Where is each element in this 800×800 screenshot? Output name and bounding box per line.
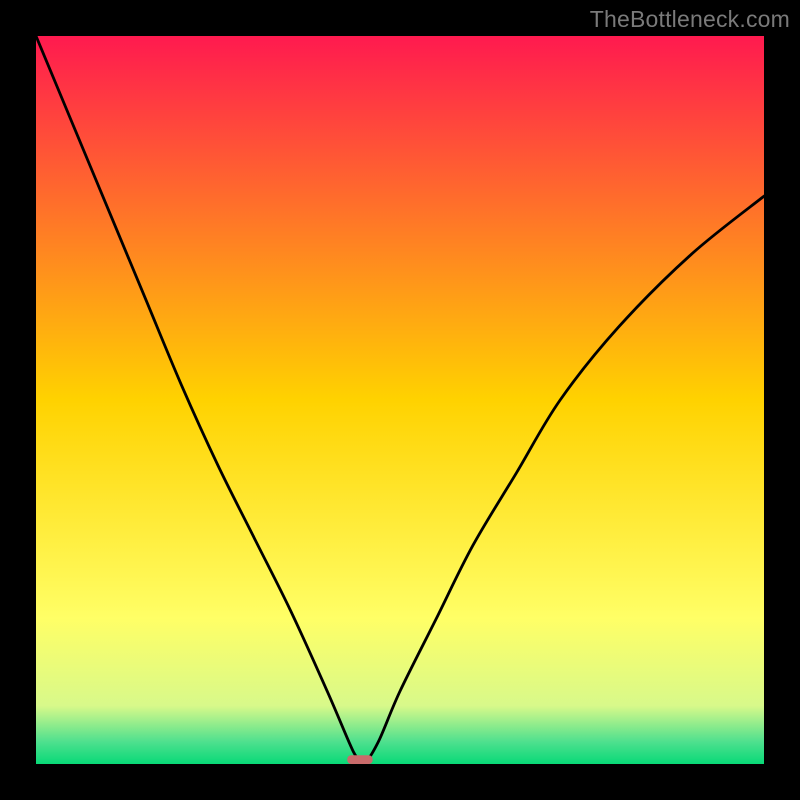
- bottleneck-chart: [36, 36, 764, 764]
- chart-background: [36, 36, 764, 764]
- plot-area: [36, 36, 764, 764]
- chart-container: TheBottleneck.com: [0, 0, 800, 800]
- minimum-marker: [347, 755, 372, 764]
- watermark-text: TheBottleneck.com: [590, 6, 790, 33]
